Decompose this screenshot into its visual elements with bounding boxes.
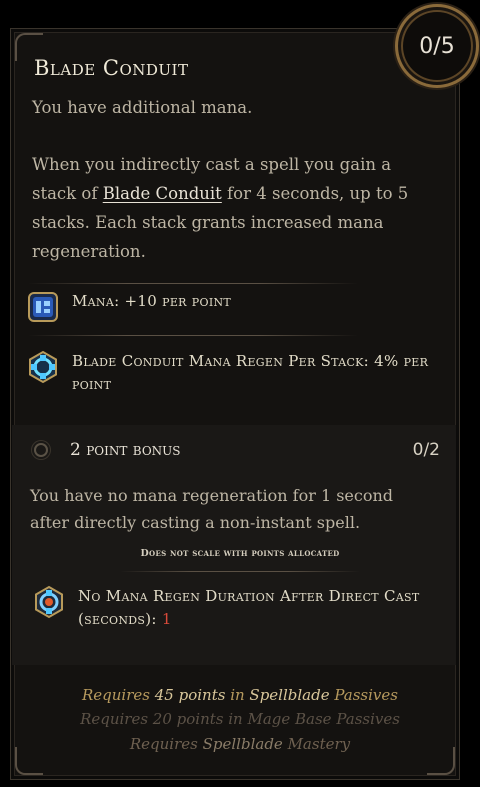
- points-allocated-badge: 0/5: [395, 4, 479, 88]
- skill-description-short: You have additional mana.: [32, 98, 253, 117]
- divider: [120, 571, 360, 572]
- skill-description: When you indirectly cast a spell you gai…: [32, 150, 412, 266]
- mana-regen-icon: [29, 350, 57, 384]
- bonus-indicator-icon: [34, 443, 48, 457]
- requirement-base-passives: Requires 20 points in Mage Base Passives: [80, 710, 400, 728]
- req-text: Passives: [334, 686, 398, 704]
- bonus-count: 0/2: [412, 440, 440, 460]
- regen-block-icon: [35, 585, 63, 619]
- stat-label: No Mana Regen Duration After Direct Cast…: [78, 587, 420, 628]
- req-text: in: [225, 686, 250, 704]
- req-text: Requires: [82, 686, 155, 704]
- skill-tooltip-panel: [10, 28, 460, 780]
- point-bonus-header: 2 point bonus: [34, 440, 181, 460]
- stat-row-mana: Mana: +10 per point: [26, 290, 231, 324]
- bonus-label: 2 point bonus: [70, 440, 181, 460]
- stat-text: No Mana Regen Duration After Direct Cast…: [78, 585, 428, 631]
- stat-value: 1: [161, 610, 172, 628]
- stat-text: Mana: +10 per point: [72, 292, 232, 310]
- divider: [28, 283, 358, 284]
- divider: [28, 335, 358, 336]
- req-value: Spellblade: [202, 735, 283, 753]
- req-text: Requires: [129, 735, 203, 753]
- skill-title: Blade Conduit: [34, 56, 189, 80]
- bonus-description: You have no mana regeneration for 1 seco…: [30, 486, 394, 532]
- no-scale-note: Does not scale with points allocated: [140, 548, 340, 559]
- requirement-mastery: Requires Spellblade Mastery: [0, 735, 480, 753]
- blade-conduit-link[interactable]: Blade Conduit: [103, 184, 222, 203]
- req-value: Spellblade: [249, 686, 330, 704]
- mana-rune-icon: [28, 292, 58, 322]
- stat-text: Blade Conduit Mana Regen Per Stack: 4% p…: [72, 352, 429, 393]
- requirement-passives: Requires 45 points in Spellblade Passive…: [0, 686, 480, 704]
- stat-row-bonus: No Mana Regen Duration After Direct Cast…: [32, 585, 428, 631]
- req-text: Mastery: [282, 735, 351, 753]
- req-value: 45 points: [154, 686, 226, 704]
- stat-row-regen: Blade Conduit Mana Regen Per Stack: 4% p…: [26, 350, 432, 396]
